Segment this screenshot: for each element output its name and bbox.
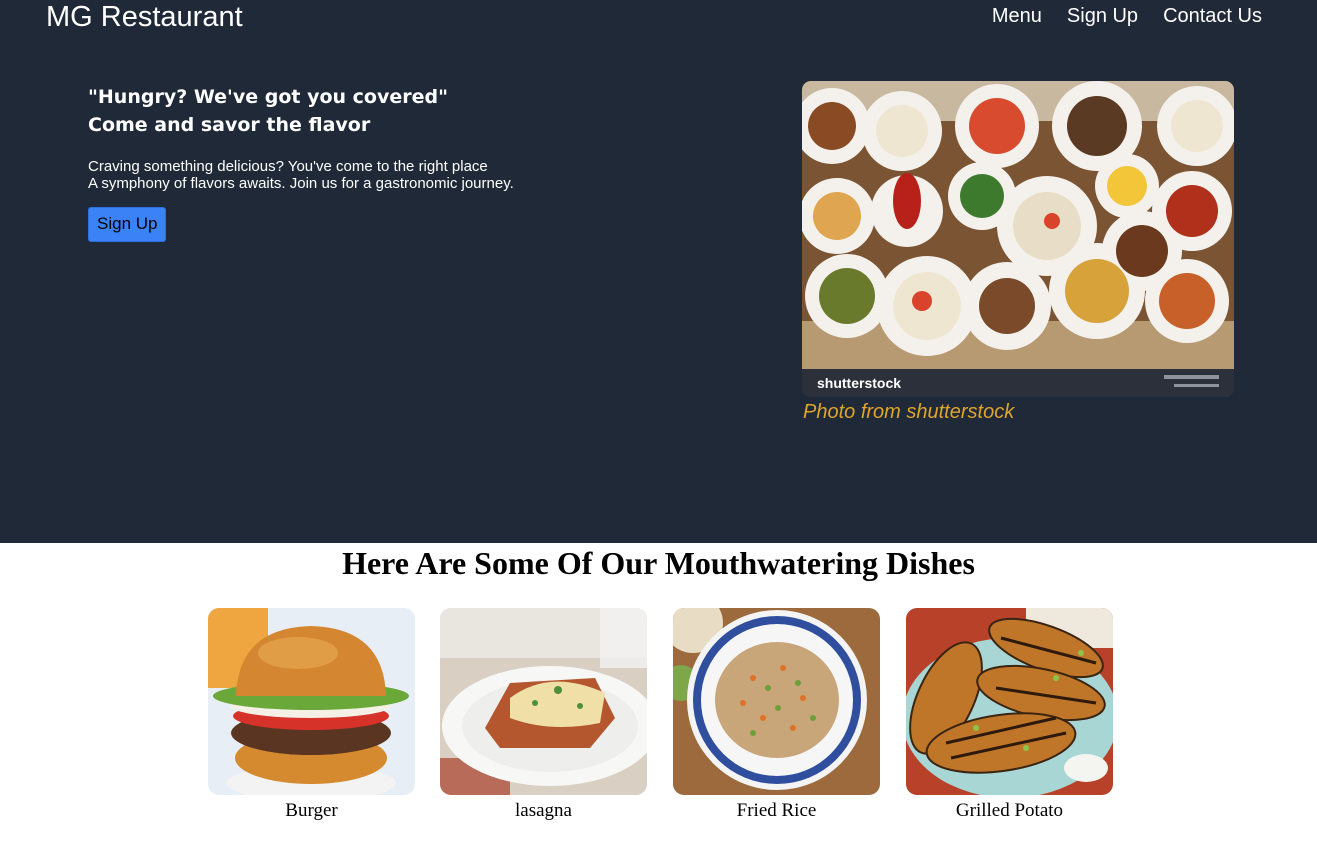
top-nav: Menu Sign Up Contact Us	[992, 5, 1262, 28]
nav-contact-link[interactable]: Contact Us	[1163, 5, 1262, 28]
desc-line-1: Craving something delicious? You've come…	[88, 158, 488, 175]
dish-caption: Burger	[285, 800, 338, 821]
nav-signup-link[interactable]: Sign Up	[1067, 5, 1138, 28]
grilled-potato-image	[906, 608, 1113, 795]
dish-card-lasagna[interactable]: lasagna	[440, 608, 647, 822]
dishes-heading: Here Are Some Of Our Mouthwatering Dishe…	[342, 545, 975, 581]
dish-caption: Grilled Potato	[955, 800, 1064, 821]
desc-line-2: A symphony of flavors awaits. Join us fo…	[88, 175, 514, 192]
shutterstock-watermark: shutterstock	[817, 375, 901, 391]
hero-description: Craving something delicious? You've come…	[88, 158, 608, 192]
nav-menu-link[interactable]: Menu	[992, 5, 1042, 28]
dish-card-fried-rice[interactable]: Fried Rice	[673, 608, 880, 822]
hero-signup-button[interactable]: Sign Up	[88, 207, 167, 242]
dish-caption: lasagna	[515, 800, 572, 821]
dish-card-burger[interactable]: Burger	[208, 608, 415, 822]
hero-food-photo: shutterstock	[802, 81, 1234, 397]
hero-section: MG Restaurant Menu Sign Up Contact Us "H…	[0, 0, 1317, 543]
tagline-line-2: Come and savor the flavor	[88, 114, 371, 136]
tagline-line-1: "Hungry? We've got you covered"	[88, 86, 448, 108]
dish-caption: Fried Rice	[736, 800, 817, 821]
lasagna-image	[440, 608, 647, 795]
dish-card-grilled-potato[interactable]: Grilled Potato	[906, 608, 1113, 822]
brand-logo-text[interactable]: MG Restaurant	[46, 1, 243, 34]
hero-intro: "Hungry? We've got you covered" Come and…	[88, 83, 608, 242]
photo-credit: Photo from shutterstock	[803, 401, 1015, 423]
burger-image	[208, 608, 415, 795]
hero-tagline: "Hungry? We've got you covered" Come and…	[88, 83, 608, 139]
fried-rice-image	[673, 608, 880, 795]
